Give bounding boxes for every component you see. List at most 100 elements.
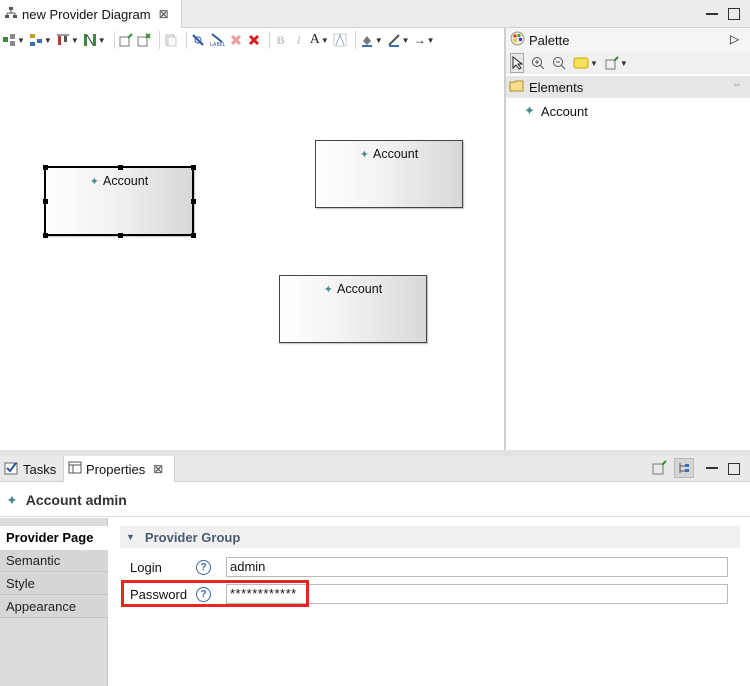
tab-provider-page[interactable]: Provider Page bbox=[0, 526, 108, 550]
provider-group-header[interactable]: ▼ Provider Group bbox=[120, 526, 740, 548]
palette-tools: ▼ ▼ bbox=[506, 52, 750, 74]
align-dropdown[interactable]: ▼ bbox=[56, 30, 79, 50]
diagram-canvas[interactable]: ✦ Account ✦ Account ✦ Account bbox=[0, 52, 504, 450]
resize-handle[interactable] bbox=[43, 165, 48, 170]
editor-tabbar: new Provider Diagram ⊠ bbox=[0, 0, 750, 28]
palette-drawer-elements[interactable]: Elements ⇔ bbox=[506, 76, 750, 98]
help-icon[interactable]: ? bbox=[196, 559, 211, 575]
tab-properties[interactable]: Properties ⊠ bbox=[63, 456, 175, 482]
account-node[interactable]: ✦ Account bbox=[43, 165, 196, 238]
view-tabbar: Tasks Properties ⊠ bbox=[0, 456, 750, 482]
tab-tasks-label: Tasks bbox=[23, 461, 57, 477]
delete-from-diagram-icon[interactable] bbox=[229, 30, 243, 50]
select-all-dropdown[interactable]: ▼ bbox=[2, 30, 25, 50]
palette-item-account[interactable]: ✦ Account bbox=[524, 100, 588, 122]
palette-icon bbox=[510, 31, 525, 49]
toolbar-separator bbox=[158, 31, 160, 49]
password-highlight-box bbox=[121, 580, 309, 607]
properties-title: ✦ Account admin bbox=[6, 490, 127, 510]
editor-tab-title: new Provider Diagram bbox=[22, 6, 151, 22]
pin-icon[interactable] bbox=[119, 30, 133, 50]
font-color-icon: A bbox=[309, 32, 320, 47]
diagram-icon bbox=[4, 6, 18, 23]
resize-handle[interactable] bbox=[43, 199, 48, 204]
line-color-dropdown[interactable]: ▼ bbox=[387, 30, 410, 50]
account-icon: ✦ bbox=[6, 491, 18, 508]
login-row: Login ? bbox=[130, 556, 225, 578]
group-title: Provider Group bbox=[144, 529, 241, 545]
diagram-toolbar: ▼ ▼ ▼ ▼ LABEL B I A ▼ ▼ ▼ → ▼ bbox=[0, 28, 504, 52]
copy-format-icon[interactable] bbox=[164, 30, 178, 50]
node-label: Account bbox=[373, 147, 419, 161]
delete-from-model-icon[interactable] bbox=[247, 30, 261, 50]
account-node[interactable]: ✦ Account bbox=[315, 140, 463, 208]
maximize-icon[interactable] bbox=[728, 463, 740, 475]
tab-tasks[interactable]: Tasks bbox=[0, 456, 62, 482]
palette-header[interactable]: Palette ▷ bbox=[506, 28, 750, 52]
minimize-icon[interactable] bbox=[706, 8, 718, 15]
resize-handle[interactable] bbox=[191, 233, 196, 238]
zoom-in-icon[interactable] bbox=[531, 53, 545, 73]
account-icon: ✦ bbox=[323, 284, 334, 296]
zoom-out-icon[interactable] bbox=[552, 53, 566, 73]
node-label: Account bbox=[103, 174, 149, 188]
italic-icon[interactable]: I bbox=[292, 30, 306, 50]
editor-tab[interactable]: new Provider Diagram ⊠ bbox=[0, 0, 182, 28]
collapse-palette-icon[interactable]: ▷ bbox=[730, 32, 739, 46]
account-icon: ✦ bbox=[524, 103, 535, 118]
properties-title-text: Account admin bbox=[25, 492, 127, 508]
hide-label-icon[interactable]: LABEL bbox=[209, 30, 225, 50]
arrange-dropdown[interactable]: ▼ bbox=[29, 30, 52, 50]
pin-view-icon[interactable] bbox=[652, 460, 668, 479]
close-icon[interactable]: ⊠ bbox=[159, 7, 169, 21]
font-size-icon[interactable] bbox=[333, 30, 347, 50]
folder-icon bbox=[509, 79, 525, 95]
resize-handle[interactable] bbox=[43, 233, 48, 238]
minimize-icon[interactable] bbox=[706, 462, 718, 469]
pin-drawer-icon[interactable]: ⇔ bbox=[732, 79, 742, 90]
hide-element-icon[interactable] bbox=[191, 30, 205, 50]
note-dropdown[interactable]: ▼ bbox=[573, 53, 598, 73]
toolbar-separator bbox=[113, 31, 115, 49]
close-icon[interactable]: ⊠ bbox=[153, 462, 163, 476]
select-tool-icon[interactable] bbox=[510, 53, 524, 73]
properties-icon bbox=[68, 461, 82, 477]
login-field[interactable]: admin bbox=[226, 557, 728, 577]
toolbar-separator bbox=[268, 31, 270, 49]
arrow-icon: → bbox=[413, 33, 426, 47]
account-icon: ✦ bbox=[359, 149, 370, 161]
account-node[interactable]: ✦ Account bbox=[279, 275, 427, 343]
toolbar-separator bbox=[354, 31, 356, 49]
title-divider bbox=[0, 516, 750, 517]
size-dropdown[interactable]: ▼ bbox=[83, 30, 106, 50]
unpin-icon[interactable] bbox=[137, 30, 151, 50]
properties-view: ✦ Account admin Provider Page Semantic S… bbox=[0, 482, 750, 686]
tab-properties-label: Properties bbox=[86, 461, 146, 477]
resize-handle[interactable] bbox=[191, 199, 196, 204]
resize-handle[interactable] bbox=[191, 165, 196, 170]
svg-text:LABEL: LABEL bbox=[210, 42, 225, 47]
tab-semantic[interactable]: Semantic bbox=[0, 550, 108, 572]
tab-style[interactable]: Style bbox=[0, 573, 108, 595]
font-color-dropdown[interactable]: A ▼ bbox=[310, 30, 329, 50]
palette-item-label: Account bbox=[540, 103, 588, 119]
chevron-down-icon: ▼ bbox=[126, 532, 135, 542]
resize-handle[interactable] bbox=[118, 165, 123, 170]
bold-icon[interactable]: B bbox=[274, 30, 288, 50]
property-tabs: Provider Page Semantic Style Appearance bbox=[0, 518, 108, 686]
categories-toggle-icon[interactable] bbox=[674, 458, 694, 478]
fill-color-dropdown[interactable]: ▼ bbox=[360, 30, 383, 50]
toolbar-separator bbox=[185, 31, 187, 49]
account-icon: ✦ bbox=[89, 176, 100, 188]
drawer-label: Elements bbox=[529, 79, 584, 95]
maximize-icon[interactable] bbox=[728, 8, 740, 20]
tasks-icon bbox=[4, 461, 19, 478]
palette: Palette ▷ ▼ ▼ Elements ⇔ ✦ Account bbox=[506, 28, 750, 450]
line-style-dropdown[interactable]: → ▼ bbox=[414, 30, 435, 50]
connection-dropdown[interactable]: ▼ bbox=[605, 53, 628, 73]
tab-appearance[interactable]: Appearance bbox=[0, 596, 108, 618]
login-label: Login bbox=[130, 559, 162, 575]
node-label: Account bbox=[337, 282, 383, 296]
resize-handle[interactable] bbox=[118, 233, 123, 238]
palette-title: Palette bbox=[529, 32, 570, 48]
